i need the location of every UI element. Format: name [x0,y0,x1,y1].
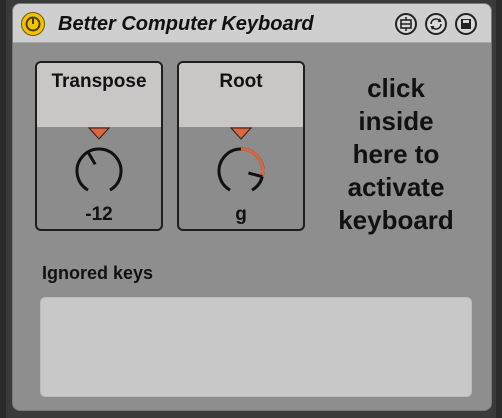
midi-map-button[interactable] [395,13,417,35]
transpose-knob[interactable] [67,125,131,201]
right-edge [496,0,502,418]
left-edge [0,0,6,418]
root-knob-needle [248,171,263,179]
click-message-line: click [367,73,425,103]
transpose-value: -12 [85,204,113,225]
reload-icon [430,18,442,30]
save-icon [461,19,471,29]
click-message-line: here to [352,139,440,169]
power-button[interactable] [21,12,45,36]
root-value: g [235,204,247,225]
device-title: Better Computer Keyboard [58,13,314,35]
save-button[interactable] [455,13,477,35]
power-icon [25,16,41,32]
transpose-knob-arc [75,147,123,192]
click-message-line: keyboard [338,205,454,235]
transpose-knob-needle [86,151,97,166]
root-knob[interactable] [209,125,273,201]
device-panel: Better Computer Keyboard Transpose -12 R… [12,3,492,411]
transpose-label: Transpose [51,71,147,92]
device-titlebar: Better Computer Keyboard [13,4,491,43]
transpose-panel-head: Transpose [37,63,161,127]
root-panel: Root g [177,61,305,231]
ignored-keys-field[interactable] [40,297,472,397]
click-message-line: activate [347,172,445,202]
root-panel-head: Root [179,63,303,127]
midi-map-icon [400,17,412,31]
activate-keyboard-area[interactable]: click inside here to activate keyboard [316,72,476,237]
ignored-keys-label: Ignored keys [42,263,154,283]
transpose-panel: Transpose -12 [35,61,163,231]
click-message-line: inside [358,106,434,136]
root-label: Root [219,71,263,92]
reload-button[interactable] [425,13,447,35]
